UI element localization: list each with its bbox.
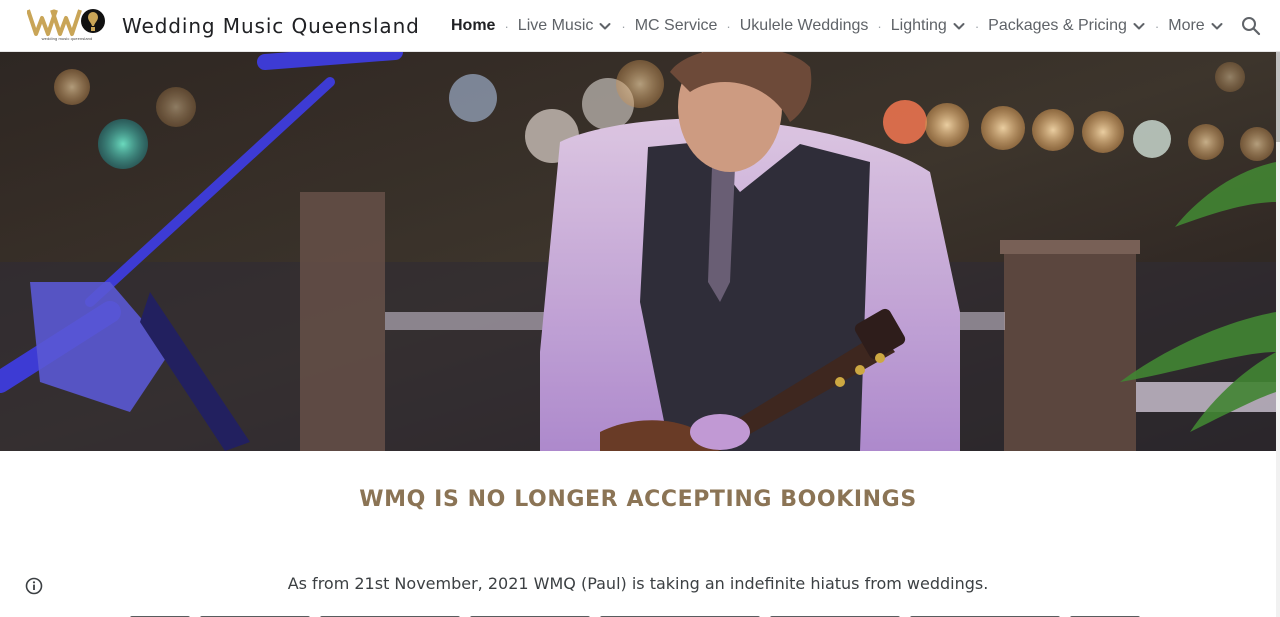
nav-item-label: Live Music (517, 17, 594, 34)
chevron-down-icon (1132, 19, 1146, 33)
nav-item-lighting[interactable]: Lighting (891, 17, 966, 35)
nav-separator: · (974, 18, 980, 34)
chevron-down-icon (598, 19, 612, 33)
page-headline: WMQ IS NO LONGER ACCEPTING BOOKINGS (359, 487, 917, 512)
nav-separator: · (1154, 18, 1160, 34)
nav-item-mc-service[interactable]: MC Service (635, 17, 718, 35)
search-icon[interactable] (1240, 15, 1262, 37)
hero-photo-guitarist (0, 52, 1276, 451)
site-header: wedding music queensland Wedding Music Q… (0, 0, 1280, 52)
chevron-down-icon (1210, 19, 1224, 33)
site-logo[interactable]: wedding music queensland (26, 7, 107, 45)
nav-item-label: Home (451, 17, 496, 34)
nav-item-label: Packages & Pricing (988, 17, 1127, 34)
intro-paragraph: As from 21st November, 2021 WMQ (Paul) i… (287, 574, 989, 593)
nav-separator: · (504, 18, 509, 34)
page-scrollbar-thumb[interactable] (1276, 52, 1280, 142)
nav-item-home[interactable]: Home (451, 17, 495, 35)
nav-separator: · (877, 18, 882, 34)
nav-separator: · (621, 18, 626, 34)
nav-separator: · (726, 18, 731, 34)
nav-item-ukulele-weddings[interactable]: Ukulele Weddings (740, 17, 869, 35)
main-nav: Home · Live Music · MC Service · Ukulele Weddi… (451, 0, 1224, 52)
info-icon[interactable] (25, 577, 43, 595)
hero-image (0, 52, 1276, 451)
nav-item-label: More (1168, 17, 1205, 34)
site-title[interactable]: Wedding Music Queensland (122, 14, 420, 38)
nav-item-more[interactable]: More (1168, 17, 1223, 35)
nav-item-live-music[interactable]: Live Music (518, 17, 613, 35)
nav-item-packages-pricing[interactable]: Packages & Pricing (988, 17, 1146, 35)
chevron-down-icon (952, 19, 966, 33)
nav-item-label: Ukulele Weddings (739, 17, 869, 34)
wmq-logo-icon (26, 9, 105, 36)
paragraph-cut-off (130, 609, 1140, 617)
logo-subtext: wedding music queensland (41, 36, 93, 41)
nav-item-label: Lighting (890, 17, 947, 34)
nav-item-label: MC Service (634, 17, 718, 34)
